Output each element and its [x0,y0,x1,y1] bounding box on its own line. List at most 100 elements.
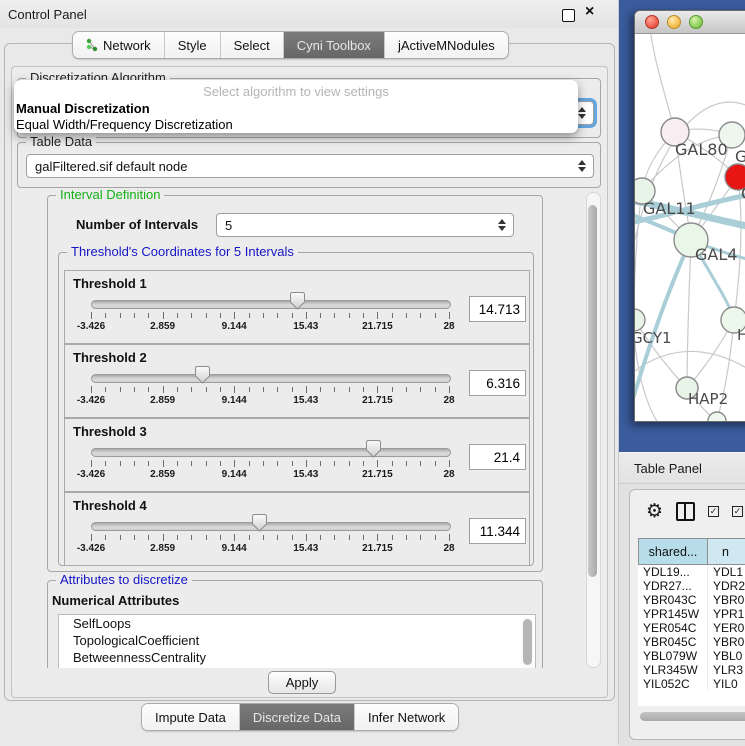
scrollbar-thumb[interactable] [588,205,597,577]
tab-label: Style [178,38,207,53]
slider-thumb[interactable] [366,440,381,458]
cell-name[interactable]: YLR3 [708,663,745,677]
threshold-label: Threshold 2 [73,350,147,365]
cell-name[interactable]: YBR0 [708,593,745,607]
checkbox-icon[interactable]: ✓ [732,506,743,517]
tick-mark [392,461,393,466]
tick-mark [406,535,407,540]
popup-item-1[interactable]: Equal Width/Frequency Discretization [14,117,578,133]
attribute-item[interactable]: TopologicalCoefficient [59,632,535,649]
table-row[interactable]: YPR145WYPR1 [638,607,745,621]
cell-shared-name[interactable]: YBR043C [638,593,708,607]
tick-mark [120,313,121,318]
tick-mark [91,312,92,319]
tick-mark [377,460,378,467]
slider-thumb[interactable] [290,292,305,310]
tab-infer-network[interactable]: Infer Network [355,704,458,730]
list-scrollbar[interactable] [521,617,533,668]
group-title: Attributes to discretize [56,572,192,587]
close-traffic-light-icon[interactable] [645,15,659,29]
network-window-titlebar[interactable] [635,11,745,34]
threshold-panel-3: Threshold 3-3.4262.8599.14415.4321.71528 [64,418,530,492]
slider-track[interactable] [91,374,451,383]
attribute-item[interactable]: SelfLoops [59,615,535,632]
tab-cyni-toolbox[interactable]: Cyni Toolbox [284,32,385,58]
cell-shared-name[interactable]: YIL052C [638,677,708,691]
slider-track[interactable] [91,522,451,531]
table-row[interactable]: YLR345WYLR3 [638,663,745,677]
float-window-icon[interactable] [562,9,575,22]
cell-shared-name[interactable]: YPR145W [638,607,708,621]
cell-name[interactable]: YBR0 [708,635,745,649]
table-data-combobox[interactable]: galFiltered.sif default node [26,154,594,178]
minimize-traffic-light-icon[interactable] [667,15,681,29]
table-row[interactable]: YBL079WYBL0 [638,649,745,663]
cell-name[interactable]: YDR2 [708,579,745,593]
table-row[interactable]: YDL19...YDL1 [638,565,745,579]
threshold-value-input[interactable] [469,518,526,544]
tab-select[interactable]: Select [221,32,284,58]
cell-name[interactable]: YIL0 [708,677,745,691]
threshold-value-input[interactable] [469,370,526,396]
tick-label: 28 [443,469,454,480]
tab-discretize-data[interactable]: Discretize Data [240,704,355,730]
table-row[interactable]: YBR043CYBR0 [638,593,745,607]
popup-item-0[interactable]: Manual Discretization [14,101,578,117]
tab-label: Discretize Data [253,710,341,725]
cell-shared-name[interactable]: YDL19... [638,565,708,579]
network-node-node-bottom[interactable] [708,412,726,421]
tick-mark [148,387,149,392]
table-horizontal-scrollbar[interactable] [638,712,745,721]
cell-shared-name[interactable]: YER054C [638,621,708,635]
node-attribute-table: shared... n YDL19...YDL1YDR27...YDR2YBR0… [638,538,745,706]
cell-name[interactable]: YPR1 [708,607,745,621]
num-intervals-combobox[interactable]: 5 [216,213,514,237]
cell-shared-name[interactable]: YDR27... [638,579,708,593]
tab-label: Infer Network [368,710,445,725]
threshold-value-input[interactable] [469,444,526,470]
network-canvas[interactable]: GAL80GAGAL11CGAL4GCY1HHAP2 [635,34,745,421]
group-title: Interval Definition [56,190,164,202]
table-row[interactable]: YDR27...YDR2 [638,579,745,593]
column-header-shared-name[interactable]: shared... [638,538,708,565]
tick-mark [177,535,178,540]
table-row[interactable]: YIL052CYIL0 [638,677,745,691]
slider-thumb[interactable] [195,366,210,384]
tick-mark [148,535,149,540]
panel-title: Control Panel [8,7,87,22]
network-node-GCY1[interactable] [635,309,645,331]
threshold-value-input[interactable] [469,296,526,322]
tab-style[interactable]: Style [165,32,221,58]
close-icon[interactable]: × [585,3,594,21]
tick-mark [263,387,264,392]
column-header-name[interactable]: n [708,538,745,565]
tick-label: 2.859 [150,469,175,480]
tick-mark [406,313,407,318]
main-scrollbar[interactable] [586,192,601,668]
tick-mark [177,461,178,466]
cell-shared-name[interactable]: YLR345W [638,663,708,677]
cell-shared-name[interactable]: YBR045C [638,635,708,649]
zoom-traffic-light-icon[interactable] [689,15,703,29]
tab-network[interactable]: Network [73,32,165,58]
table-row[interactable]: YER054CYER0 [638,621,745,635]
cell-name[interactable]: YDL1 [708,565,745,579]
attribute-item[interactable]: BetweennessCentrality [59,649,535,666]
apply-button[interactable]: Apply [268,671,336,694]
slider-thumb[interactable] [252,514,267,532]
gear-icon[interactable]: ⚙ [646,502,663,521]
tick-mark [105,461,106,466]
cell-shared-name[interactable]: YBL079W [638,649,708,663]
cell-name[interactable]: YER0 [708,621,745,635]
slider-track[interactable] [91,448,451,457]
slider-track[interactable] [91,300,451,309]
tab-impute-data[interactable]: Impute Data [142,704,240,730]
tab-jactivemnodules[interactable]: jActiveMNodules [385,32,508,58]
tick-label: 9.144 [222,543,247,554]
checkbox-icon[interactable]: ✓ [708,506,719,517]
table-row[interactable]: YBR045CYBR0 [638,635,745,649]
combobox-value: galFiltered.sif default node [35,159,187,174]
cell-name[interactable]: YBL0 [708,649,745,663]
tick-mark [420,461,421,466]
columns-icon[interactable] [676,502,695,521]
